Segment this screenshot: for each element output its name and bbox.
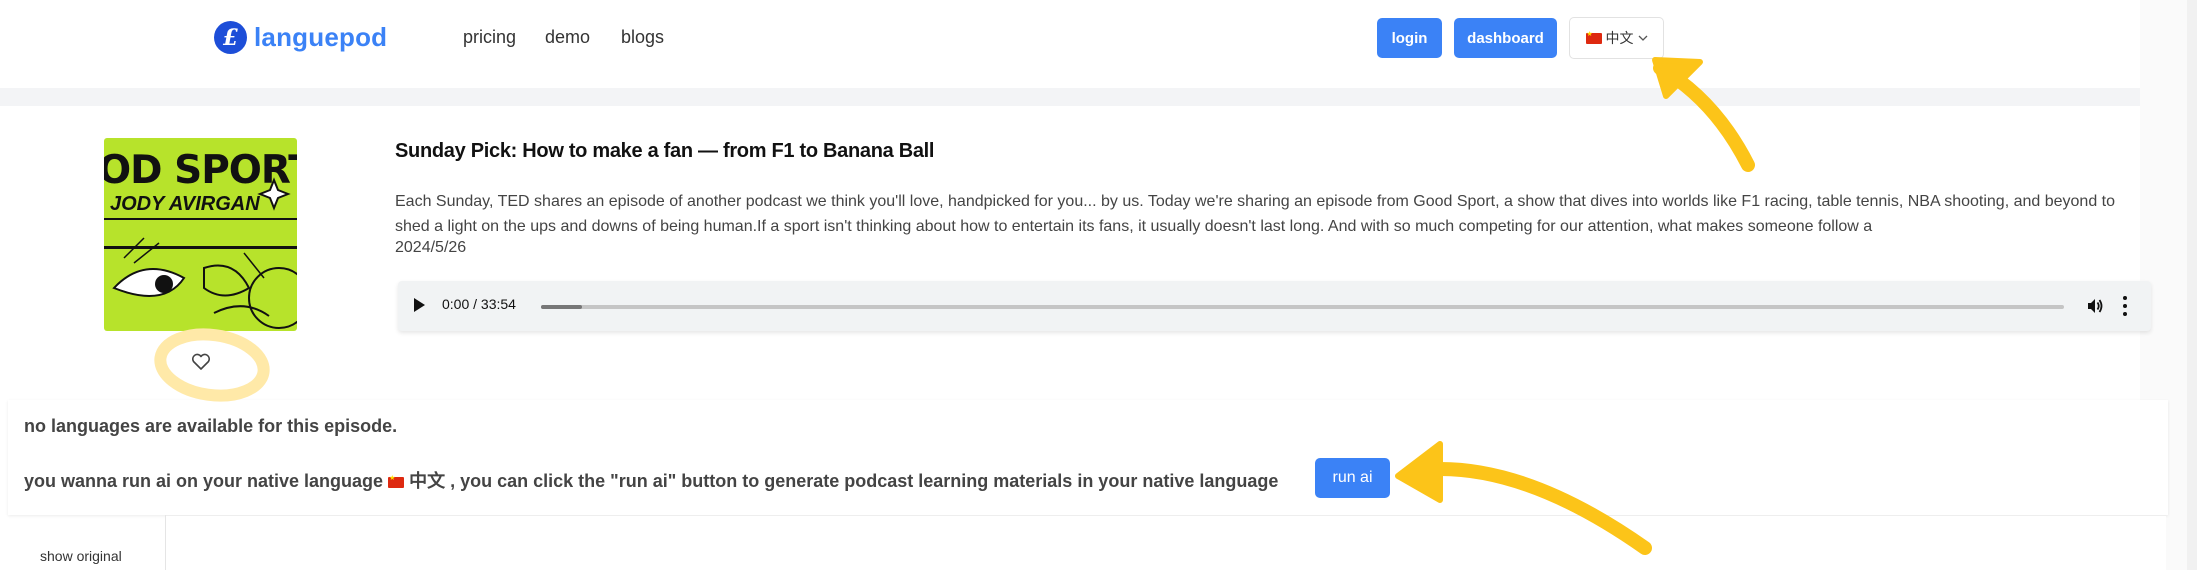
chevron-down-icon <box>1638 35 1647 41</box>
favorite-button[interactable] <box>187 348 215 376</box>
episode-title: Sunday Pick: How to make a fan — from F1… <box>395 140 935 162</box>
run-ai-button[interactable]: run ai <box>1315 458 1390 498</box>
run-ai-message-prefix: you wanna run ai on your native language <box>24 471 384 491</box>
dashboard-button[interactable]: dashboard <box>1454 18 1557 58</box>
logo[interactable]: £ languepod <box>214 21 387 54</box>
volume-icon[interactable] <box>2086 297 2104 315</box>
nav-link-blogs[interactable]: blogs <box>621 27 664 48</box>
play-icon[interactable] <box>414 298 425 312</box>
audio-player: 0:00 / 33:54 <box>398 281 2151 331</box>
cover-illustration <box>104 177 297 329</box>
china-flag-icon <box>1585 30 1602 44</box>
more-options-icon[interactable] <box>2122 296 2128 316</box>
run-ai-message-suffix: , you can click the "run ai" button to g… <box>450 471 1279 491</box>
episode-date: 2024/5/26 <box>395 239 467 256</box>
player-time: 0:00 / 33:54 <box>442 296 516 312</box>
language-select[interactable]: 中文 <box>1569 17 1664 59</box>
player-progress-bar[interactable] <box>541 305 2064 309</box>
language-select-label: 中文 <box>1605 30 1634 46</box>
heart-icon <box>191 353 211 370</box>
show-original-tab[interactable]: show original <box>40 548 122 564</box>
scrollbar[interactable] <box>2187 0 2197 570</box>
login-button[interactable]: login <box>1377 18 1442 58</box>
logo-icon: £ <box>214 21 247 54</box>
episode-description: Each Sunday, TED shares an episode of an… <box>395 193 2116 235</box>
top-navbar: £ languepod pricing demo blogs login das… <box>0 0 2140 88</box>
no-languages-message: no languages are available for this epis… <box>24 416 398 436</box>
transcript-panel <box>166 515 2166 571</box>
header-divider <box>0 88 2140 106</box>
nav-link-demo[interactable]: demo <box>545 27 590 48</box>
run-ai-message-language: 中文 <box>409 471 446 491</box>
logo-text: languepod <box>254 22 388 52</box>
episode-cover-image: OD SPORT JODY AVIRGAN <box>104 138 297 331</box>
nav-link-pricing[interactable]: pricing <box>463 27 516 48</box>
player-progress-fill <box>541 305 583 309</box>
run-ai-message: you wanna run ai on your native language… <box>24 467 1278 493</box>
china-flag-icon <box>388 474 405 488</box>
